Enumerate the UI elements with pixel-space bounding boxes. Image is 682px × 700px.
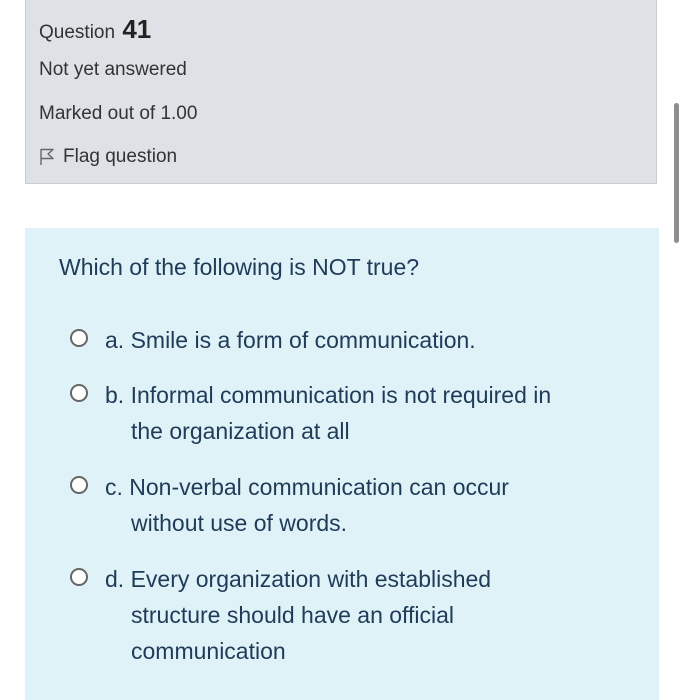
option-text-line: the organization at all	[131, 418, 350, 444]
option-text-line: structure should have an official	[131, 602, 455, 628]
option-d-text: d. Every organization with established s…	[105, 561, 491, 669]
option-text-line: b. Informal communication is not require…	[105, 382, 552, 408]
option-d[interactable]: d. Every organization with established s…	[70, 561, 491, 669]
option-text-line: a. Smile is a form of communication.	[105, 327, 476, 353]
option-b[interactable]: b. Informal communication is not require…	[70, 377, 551, 449]
answer-status: Not yet answered	[39, 59, 187, 80]
flag-question-label: Flag question	[63, 146, 178, 167]
option-a-text: a. Smile is a form of communication.	[105, 322, 476, 358]
flag-icon	[40, 148, 54, 165]
option-c-text: c. Non-verbal communication can occur wi…	[105, 469, 509, 541]
flag-question-link[interactable]: Flag question	[39, 146, 177, 168]
question-marks: Marked out of 1.00	[39, 103, 198, 124]
option-c[interactable]: c. Non-verbal communication can occur wi…	[70, 469, 509, 541]
option-b-text: b. Informal communication is not require…	[105, 377, 551, 449]
question-header: Question 41	[39, 14, 151, 45]
option-a[interactable]: a. Smile is a form of communication.	[70, 322, 476, 358]
radio-button-icon[interactable]	[70, 568, 88, 586]
option-text-line: communication	[131, 638, 286, 664]
question-number: 41	[122, 14, 152, 44]
question-label: Question	[39, 22, 116, 43]
option-text-line: without use of words.	[131, 510, 348, 536]
radio-button-icon[interactable]	[70, 329, 88, 347]
question-content: Which of the following is NOT true? a. S…	[25, 228, 659, 700]
option-text-line: d. Every organization with established	[105, 566, 492, 592]
radio-button-icon[interactable]	[70, 476, 88, 494]
scrollbar-thumb[interactable]	[674, 103, 679, 243]
radio-button-icon[interactable]	[70, 384, 88, 402]
option-text-line: c. Non-verbal communication can occur	[105, 474, 509, 500]
question-info-panel: Question 41 Not yet answered Marked out …	[25, 0, 657, 184]
question-text: Which of the following is NOT true?	[59, 254, 420, 280]
